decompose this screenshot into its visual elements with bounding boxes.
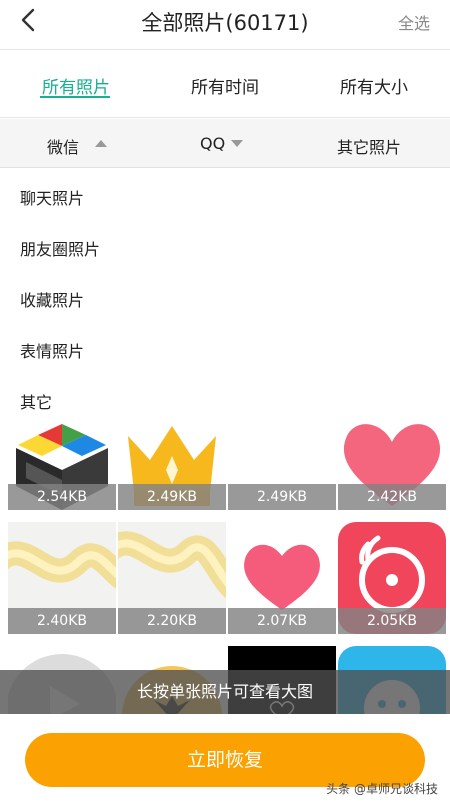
source-qq[interactable]: QQ bbox=[200, 134, 225, 153]
photo-tile[interactable]: 2.49KB bbox=[118, 420, 226, 510]
active-tab-indicator bbox=[40, 96, 110, 98]
caret-down-icon bbox=[231, 140, 243, 147]
hint-toast: 长按单张照片可查看大图 bbox=[0, 670, 450, 714]
file-size: 2.20KB bbox=[118, 608, 226, 634]
category-chat-photos[interactable]: 聊天照片 bbox=[20, 185, 84, 209]
photo-tile[interactable]: 2.07KB bbox=[228, 522, 336, 634]
file-size: 2.54KB bbox=[8, 484, 116, 510]
photo-tile[interactable]: 2.40KB bbox=[8, 522, 116, 634]
photo-tile[interactable]: 2.05KB bbox=[338, 522, 446, 634]
file-size: 2.07KB bbox=[228, 608, 336, 634]
watermark: 头条 @卓师兄谈科技 bbox=[326, 782, 438, 796]
select-all-button[interactable]: 全选 bbox=[398, 10, 430, 34]
bottom-bar: 立即恢复 头条 @卓师兄谈科技 bbox=[0, 714, 450, 805]
file-size: 2.05KB bbox=[338, 608, 446, 634]
category-other[interactable]: 其它 bbox=[20, 389, 52, 413]
filter-all-size[interactable]: 所有大小 bbox=[340, 73, 408, 98]
file-size: 2.49KB bbox=[118, 484, 226, 510]
photo-tile[interactable]: 2.49KB bbox=[228, 420, 336, 510]
page-title: 全部照片(60171) bbox=[141, 11, 309, 35]
file-size: 2.42KB bbox=[338, 484, 446, 510]
source-bar: 微信 QQ 其它照片 bbox=[0, 119, 450, 168]
source-other[interactable]: 其它照片 bbox=[337, 134, 401, 158]
photo-tile[interactable]: 2.42KB bbox=[338, 420, 446, 510]
file-size: 2.40KB bbox=[8, 608, 116, 634]
source-wechat[interactable]: 微信 bbox=[47, 134, 79, 158]
caret-up-icon bbox=[95, 140, 107, 147]
photo-tile[interactable]: 2.20KB bbox=[118, 522, 226, 634]
filter-all-time[interactable]: 所有时间 bbox=[191, 73, 259, 98]
restore-button[interactable]: 立即恢复 bbox=[25, 733, 425, 787]
filter-all-photos[interactable]: 所有照片 bbox=[42, 73, 110, 98]
category-moments-photos[interactable]: 朋友圈照片 bbox=[20, 236, 100, 260]
top-bar: 全部照片(60171) 全选 bbox=[0, 0, 450, 50]
category-favorite-photos[interactable]: 收藏照片 bbox=[20, 287, 84, 311]
filter-bar: 所有照片 所有时间 所有大小 bbox=[0, 51, 450, 118]
category-sticker-photos[interactable]: 表情照片 bbox=[20, 338, 84, 362]
file-size: 2.49KB bbox=[228, 484, 336, 510]
photo-tile[interactable]: 2.54KB bbox=[8, 420, 116, 510]
